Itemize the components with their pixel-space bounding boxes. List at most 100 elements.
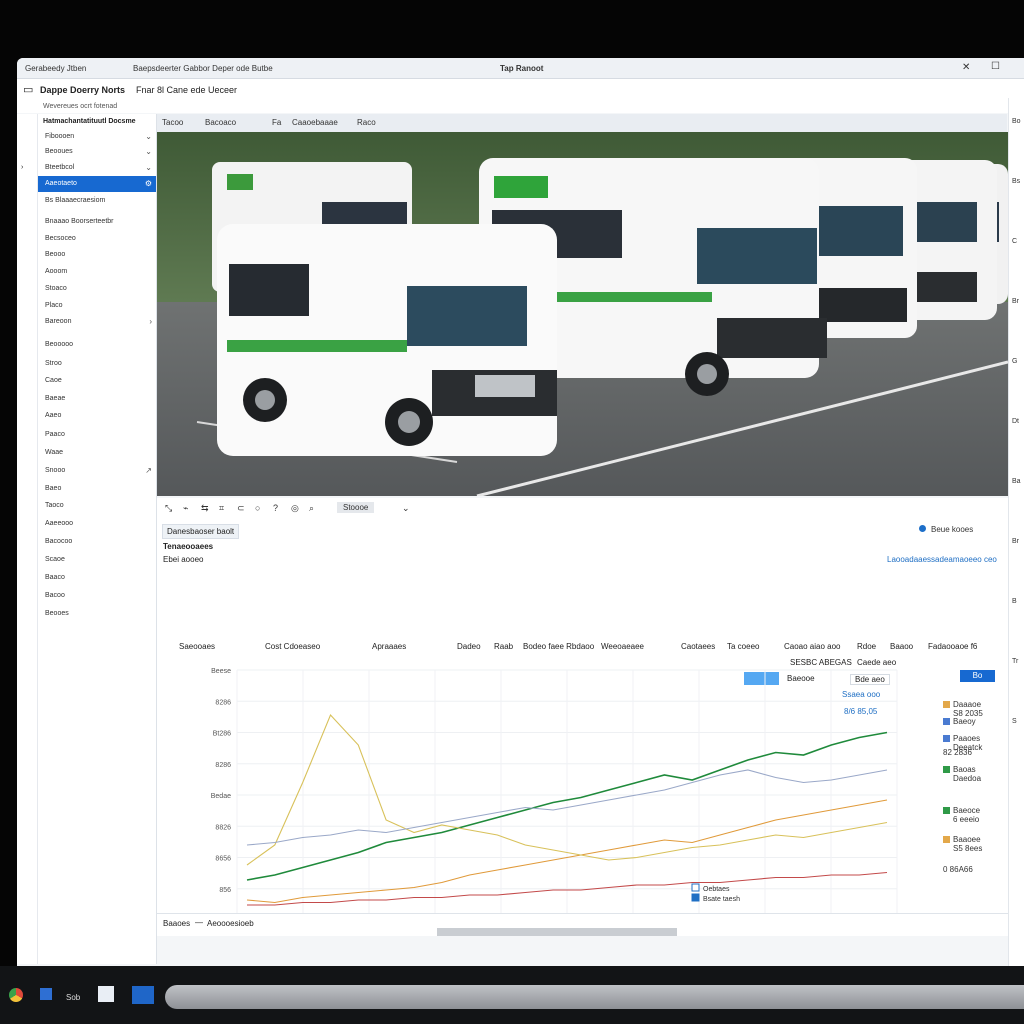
legend-label: Paaoes [953,734,981,743]
filter-item[interactable]: Cost Cdoeaseo [265,642,320,651]
filter-item[interactable]: Dadeo [457,642,481,651]
right-strip-item[interactable]: Dt [1012,418,1019,425]
sidebar-item[interactable]: Bacoo [38,588,156,604]
wave-icon[interactable]: ⌁ [183,503,188,514]
filter-item[interactable]: Bodeo faee Rbdaoo [523,642,594,651]
sidebar-item[interactable]: Bareoon › [38,314,156,330]
filter-item[interactable]: Weeoaeaee [601,642,644,651]
filter-item[interactable]: Caoao aiao aoo [784,642,841,651]
sidebar-item[interactable]: Fiboooen ⌄ [38,129,156,145]
filter-item[interactable]: Caotaees [681,642,715,651]
right-strip-item[interactable]: C [1012,238,1017,245]
sidebar-item-label: Scaoe [45,556,65,563]
app-icon-grid[interactable] [132,986,154,1004]
sidebar-item-label: Aooom [45,268,68,275]
chevron-down-icon[interactable]: ⌄ [402,503,410,514]
sidebar-item[interactable]: Beooes [38,606,156,622]
target-icon[interactable]: ◎ [291,503,299,514]
grid-icon[interactable]: ⌗ [219,503,224,514]
right-strip-item[interactable]: B [1012,598,1017,605]
zoom-icon[interactable]: ⌕ [309,503,314,514]
right-strip-item[interactable]: Bs [1012,178,1020,185]
swap-icon[interactable]: ⇆ [201,503,209,514]
primary-button[interactable]: Bo [960,670,995,682]
legend-swatch [943,701,950,709]
filter-item[interactable]: Fadaooaoe f6 [928,642,977,651]
tab-1[interactable]: Bacoaco [205,118,236,127]
sidebar-item-label: Caoe [45,377,62,384]
sidebar-item[interactable]: Placo [38,298,156,314]
app-icon-blue[interactable] [40,988,52,1000]
sidebar-item[interactable]: Paaco [38,427,156,443]
tab-4[interactable]: Raco [357,118,376,127]
panel-link[interactable]: Laooadaaessadeamaoeeo ceo [887,555,997,564]
sidebar-item-label: Bnaaao Boorserteetbr [45,218,114,225]
sidebar-item-label: Aaeo [45,412,62,419]
tab-2[interactable]: Fa [272,118,281,127]
header-right-label: Beue kooes [931,525,974,534]
sidebar-item[interactable]: Beooooo [38,337,156,353]
right-strip-item[interactable]: S [1012,718,1017,725]
expand-icon[interactable]: ⤡ [165,503,172,514]
window-title-left: Gerabeedy Jtben [25,64,87,73]
y-tick-label: 8656 [215,856,231,863]
app-icon-doc[interactable] [98,986,114,1002]
filter-item[interactable]: Ta coeeo [727,642,759,651]
sidebar-item[interactable]: Bs Blaaaecraesiom [38,193,156,209]
crop-icon[interactable]: ⊂ [237,503,245,514]
sidebar-item[interactable]: Bteetbcol ⌄ [38,160,156,176]
sidebar-item[interactable]: Baeae [38,391,156,407]
section-subtitle: Ebei aooeo [163,555,204,564]
legend-swatch [943,718,950,726]
right-strip-item[interactable]: G [1012,358,1017,365]
right-strip-item[interactable]: Ba [1012,478,1021,485]
sidebar-item[interactable]: Beooo [38,247,156,263]
horizontal-scrollbar[interactable] [437,928,677,936]
tab-3[interactable]: Caaoebaaae [292,118,338,127]
filter-item[interactable]: Baaoo [890,642,913,651]
chart-tab[interactable]: Danesbaoser baolt [162,524,240,539]
sidebar-item[interactable]: Baeo [38,481,156,497]
right-strip-item[interactable]: Bo [1012,118,1021,125]
tab-0[interactable]: Tacoo [162,118,183,127]
sidebar-item[interactable]: Aaeo [38,408,156,424]
circle-icon[interactable]: ○ [255,503,260,513]
sidebar-item[interactable]: Bacocoo [38,534,156,550]
right-strip-item[interactable]: Br [1012,538,1019,545]
close-button[interactable]: ✕ [962,62,970,73]
sidebar-item[interactable]: Baaco [38,570,156,586]
right-strip-item[interactable]: Br [1012,298,1019,305]
chart-panel: Danesbaoser baolt Tenaeooaees Ebei aooeo… [157,520,1008,936]
collapse-icon[interactable]: › [21,164,23,171]
sidebar-item[interactable]: Stoaco [38,281,156,297]
toolbar-selector[interactable]: Stoooe [337,502,375,513]
sidebar-item[interactable]: Beooues ⌄ [38,144,156,160]
filter-item[interactable]: Apraaaes [372,642,406,651]
sidebar-item[interactable]: Waae [38,445,156,461]
sidebar-item[interactable]: Scaoe [38,552,156,568]
sidebar-item-label: Beooues [45,148,73,155]
sidebar-item[interactable]: Snooo ↗ [38,463,156,479]
line-chart: Beese8286Bt2868286Bedae882686568560.0 56… [204,668,898,936]
sidebar-item[interactable]: Bnaaao Boorserteetbr [38,214,156,230]
filter-item[interactable]: Saeooaes [179,642,215,651]
bottom-bar: Baaoes — Aeoooesioeb [157,913,1008,936]
sidebar-item[interactable]: Caoe [38,373,156,389]
sidebar-item[interactable]: Aaeeooo [38,516,156,532]
help-icon[interactable]: ? [273,503,278,513]
right-strip-item[interactable]: Tr [1012,658,1018,665]
menu-icon[interactable]: ▭ [23,83,33,96]
sidebar-item[interactable]: Aaeotaeto ⚙ [38,176,156,192]
location-text[interactable]: Fnar 8l Cane ede Ueceer [136,85,237,95]
filter-item[interactable]: Raab [494,642,513,651]
sidebar-item[interactable]: Aooom [38,264,156,280]
vans-image [157,132,1008,496]
info-icon[interactable] [919,525,926,532]
filter-item[interactable]: Rdoe [857,642,876,651]
maximize-button[interactable]: ☐ [991,61,1000,72]
taskbar-search[interactable] [165,985,1024,1009]
sidebar-item[interactable]: Stroo [38,356,156,372]
chrome-icon[interactable] [9,988,23,1002]
sidebar-item[interactable]: Taoco [38,498,156,514]
sidebar-item[interactable]: Becsoceo [38,231,156,247]
